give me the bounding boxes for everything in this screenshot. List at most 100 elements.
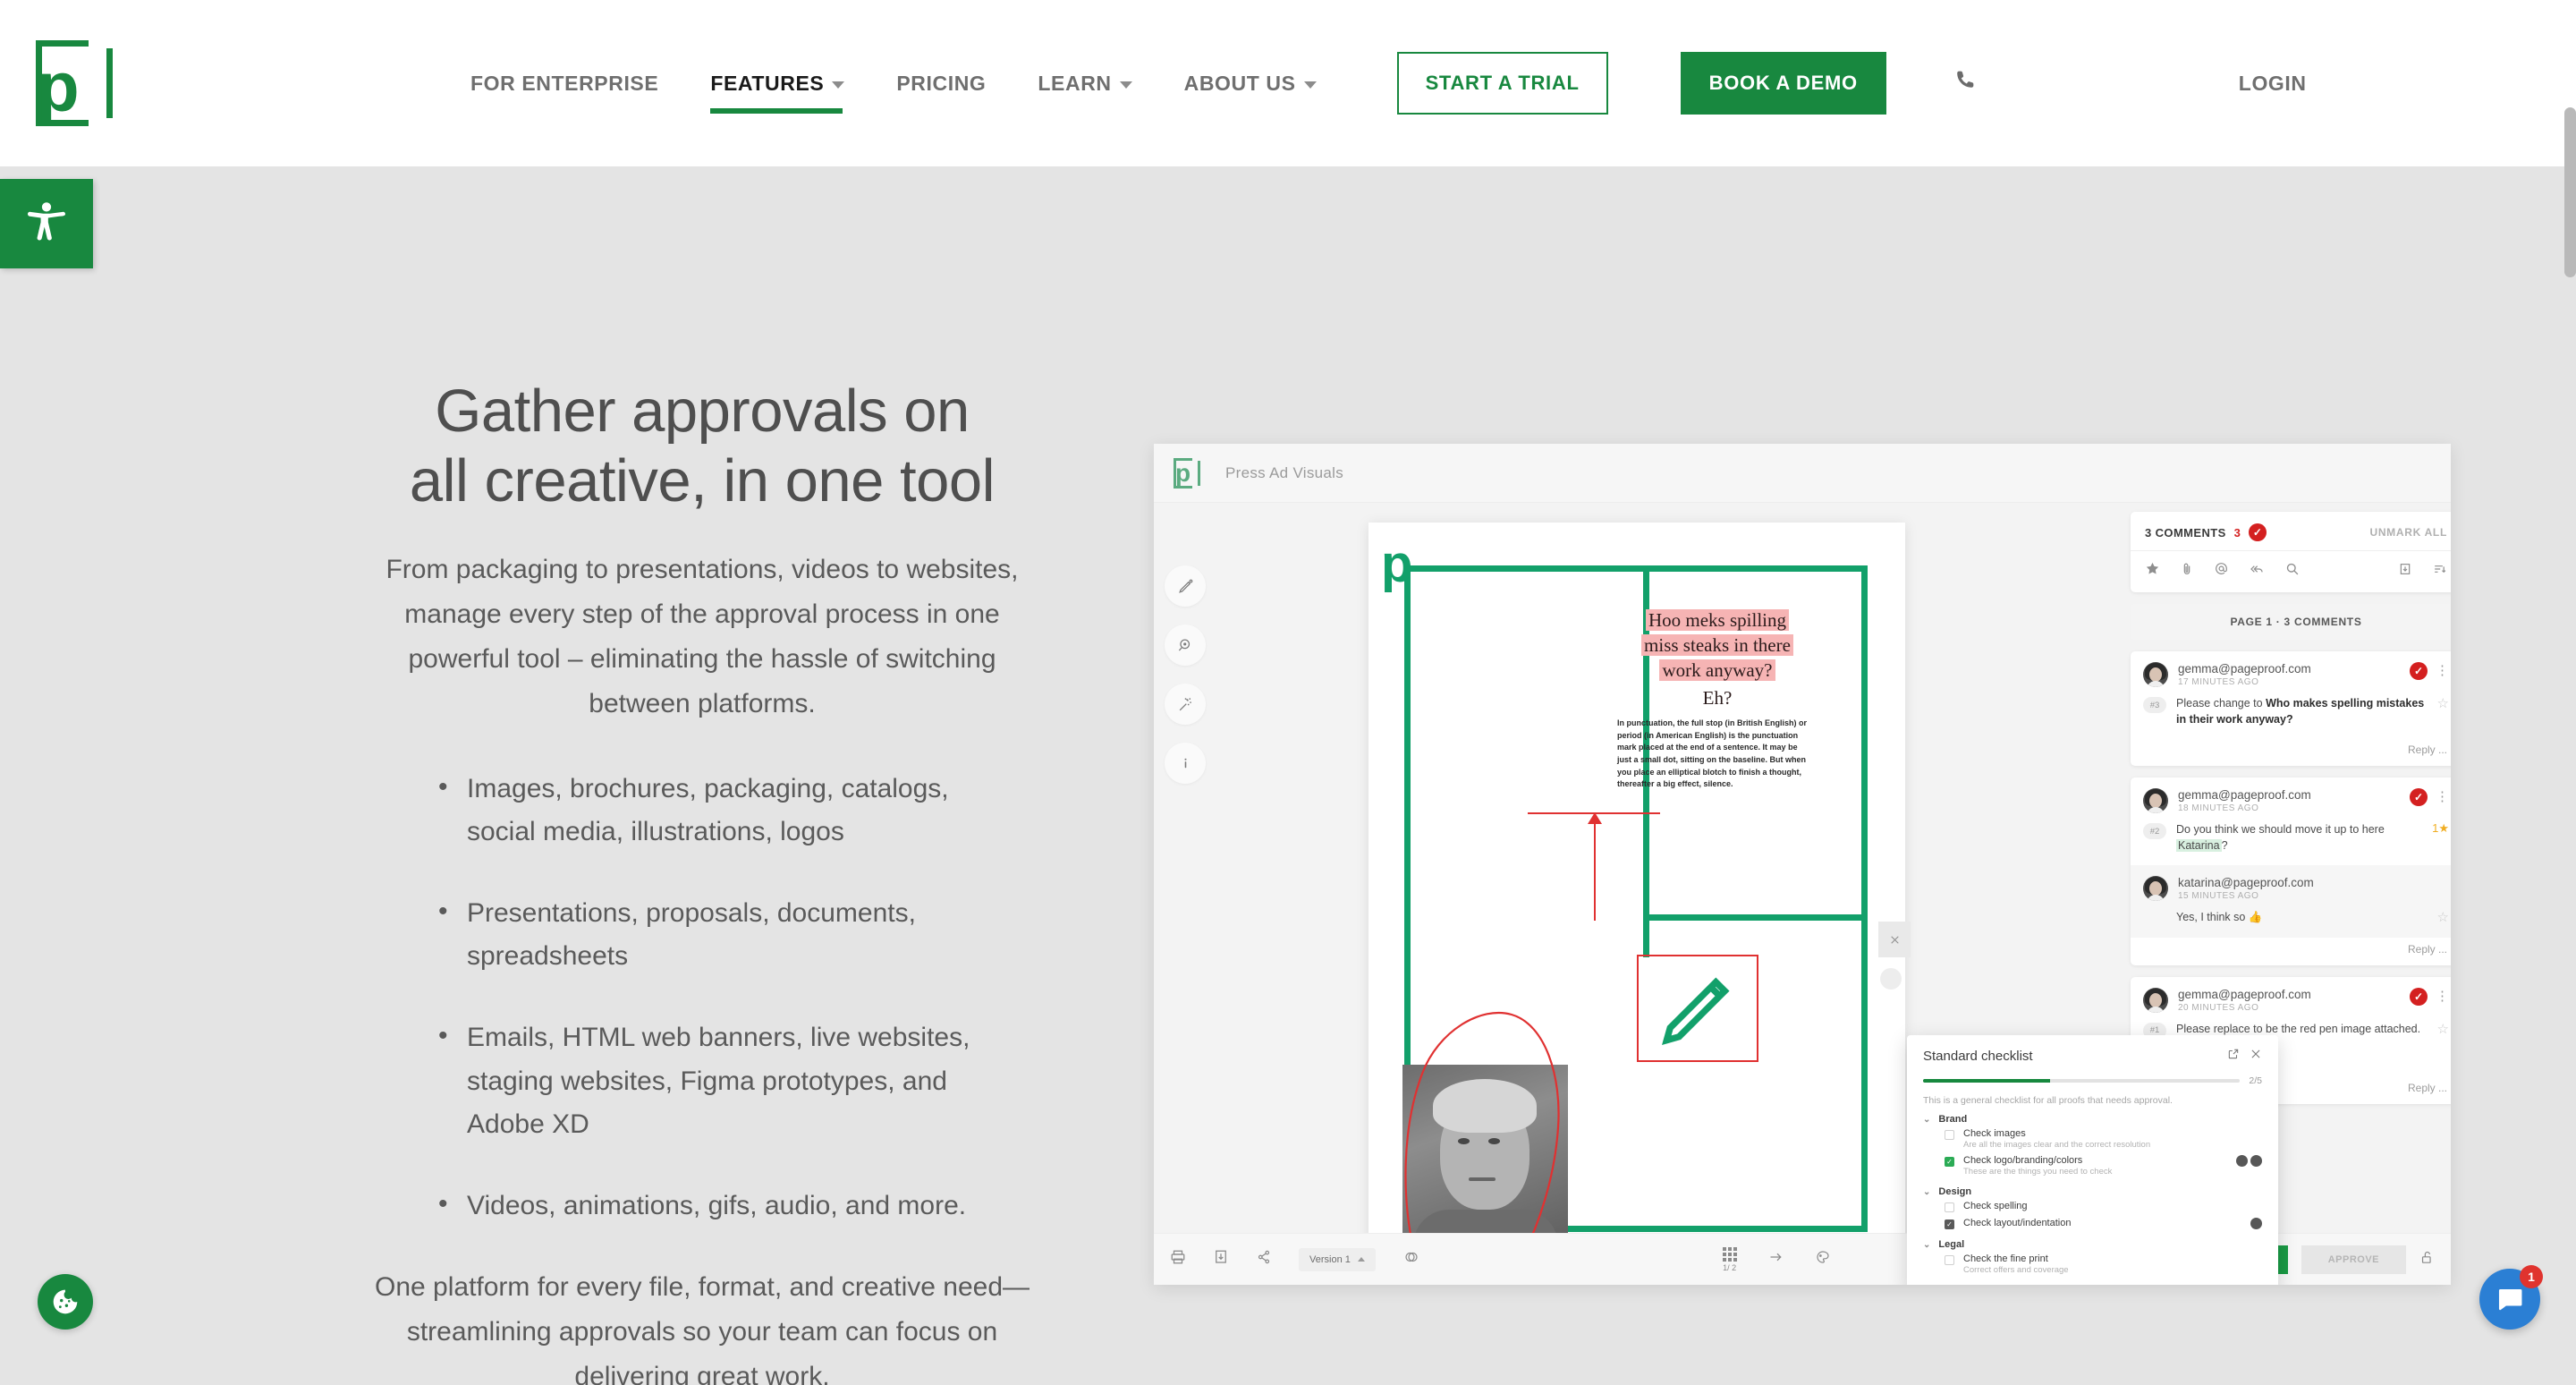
checklist-group-design[interactable]: ⌄ Design [1923,1186,2262,1197]
close-proof-chip[interactable] [1878,922,1911,957]
search-icon[interactable] [2284,561,2300,581]
chevron-down-icon: ⌄ [1923,1239,1931,1250]
chevron-down-icon: ⌄ [1923,1186,1931,1197]
app-logo[interactable]: p [1174,457,1206,489]
reply-link[interactable]: Reply ... [2131,738,2451,766]
comment-menu-icon[interactable]: ⋮ [2436,790,2449,803]
nav-item-for-enterprise[interactable]: FOR ENTERPRISE [470,63,658,105]
comment-menu-icon[interactable]: ⋮ [2436,664,2449,677]
comment-menu-icon[interactable]: ⋮ [2436,990,2449,1003]
star-icon[interactable]: ☆ [2437,1021,2449,1037]
close-icon[interactable] [2250,1048,2262,1065]
export-icon[interactable] [2398,562,2412,581]
item-label: Check spelling [1963,1201,2028,1211]
avatar [2143,662,2168,687]
pen-tool-icon[interactable] [1165,565,1206,607]
comment-mention[interactable]: Katarina [2176,839,2222,853]
portrait-eye-left [1458,1138,1470,1144]
magic-wand-tool-icon[interactable] [1165,684,1206,725]
proof-portrait-photo [1402,1065,1568,1253]
reply-link[interactable]: Reply ... [2131,938,2451,965]
proof-logo-letter: p [1381,535,1413,593]
resolved-check-icon[interactable]: ✓ [2410,662,2428,680]
book-demo-button[interactable]: BOOK A DEMO [1680,52,1886,115]
highlighted-line-2: miss steaks in there [1641,633,1793,656]
star-icon[interactable] [2145,561,2160,581]
attachment-icon[interactable] [2180,562,2194,581]
comments-count-label: 3 COMMENTS [2145,525,2226,540]
item-sublabel: Are all the images clear and the correct… [1963,1140,2151,1150]
proof-document-page[interactable]: p Hoo meks spilling miss steaks in there… [1368,523,1905,1265]
comments-page-divider: PAGE 1 · 3 COMMENTS [2131,604,2451,640]
checklist-item[interactable]: Check logo/branding/colors These are the… [1923,1151,2262,1178]
star-count: 1 [2432,821,2439,836]
login-link[interactable]: LOGIN [2239,72,2307,96]
logo-notch-bottom [1192,485,1206,489]
chat-launcher-button[interactable]: 1 [2479,1265,2543,1330]
checklist-item[interactable]: Check spelling [1923,1197,2262,1214]
round-chip-button[interactable] [1880,968,1902,990]
page-title: Gather approvals on all creative, in one… [304,377,1100,515]
info-tool-icon[interactable] [1165,743,1206,784]
comment-item[interactable]: gemma@pageproof.com 17 MINUTES AGO ✓ ⋮ #… [2131,651,2451,767]
resolved-check-icon[interactable]: ✓ [2410,788,2428,807]
checklist-progress: 2/5 [1923,1075,2262,1086]
nav-item-features[interactable]: FEATURES [710,63,845,114]
star-filled-icon[interactable]: ★ [2438,821,2449,836]
share-icon[interactable] [1256,1249,1272,1270]
phone-icon[interactable] [1951,69,1979,98]
version-dropdown[interactable]: Version 1 [1299,1247,1376,1271]
approve-button[interactable]: APPROVE [2301,1245,2406,1274]
star-icon[interactable]: ☆ [2437,695,2449,711]
app-screenshot-column: p Press Ad Visuals p Hoo meks spilling m… [1154,202,2576,1385]
page-scrollbar[interactable] [2564,107,2576,277]
comments-header: 3 COMMENTS 3 ✓ UNMARK ALL [2131,512,2451,541]
portrait-mouth [1469,1177,1496,1181]
chevron-down-icon [832,81,845,89]
compare-icon[interactable] [1402,1249,1420,1270]
mention-icon[interactable] [2214,561,2229,581]
nav-label: LEARN [1038,71,1112,95]
nav-item-learn[interactable]: LEARN [1038,63,1132,105]
checkbox[interactable] [1945,1219,1954,1229]
sort-icon[interactable] [2432,562,2447,581]
unlock-icon[interactable] [2419,1249,2435,1270]
cookie-settings-button[interactable] [38,1274,93,1330]
checklist-item[interactable]: Check images Are all the images clear an… [1923,1125,2262,1151]
item-sublabel: Correct offers and coverage [1963,1265,2069,1275]
checklist-item[interactable]: Check the fine print Correct offers and … [1923,1250,2262,1277]
star-icon[interactable]: ☆ [2437,909,2449,925]
checklist-group-legal[interactable]: ⌄ Legal [1923,1239,2262,1250]
checklist-title: Standard checklist [1923,1049,2033,1064]
page-grid-button[interactable]: 1/ 2 [1722,1246,1737,1272]
logo-letter: p [37,47,80,126]
palette-icon[interactable] [1815,1249,1831,1270]
checkbox[interactable] [1945,1130,1954,1140]
popout-icon[interactable] [2227,1048,2240,1065]
checklist-group-brand[interactable]: ⌄ Brand [1923,1114,2262,1125]
arrow-right-icon[interactable] [1767,1249,1784,1270]
unmark-all-button[interactable]: UNMARK ALL [2369,526,2447,539]
reply-all-icon[interactable] [2249,562,2265,581]
checklist-item[interactable]: Check layout/indentation [1923,1214,2262,1231]
checkbox[interactable] [1945,1202,1954,1212]
pageproof-logo[interactable]: p [36,40,126,126]
comment-item[interactable]: gemma@pageproof.com 18 MINUTES AGO ✓ ⋮ #… [2131,777,2451,965]
accessibility-widget-button[interactable] [0,179,93,268]
nav-item-pricing[interactable]: PRICING [896,63,986,105]
checkbox[interactable] [1945,1157,1954,1167]
checkbox[interactable] [1945,1255,1954,1265]
resolved-check-icon[interactable]: ✓ [2410,987,2428,1006]
nav-item-about-us[interactable]: ABOUT US [1184,63,1317,105]
download-icon[interactable] [1213,1249,1229,1270]
highlighted-line-1: Hoo meks spilling [1645,609,1789,631]
print-icon[interactable] [1170,1249,1186,1270]
comment-reply: katarina@pageproof.com 15 MINUTES AGO Ye… [2131,864,2451,938]
title-line-1: Gather approvals on [435,378,970,445]
comment-author: gemma@pageproof.com [2178,987,2311,1001]
start-trial-button[interactable]: START A TRIAL [1396,52,1608,115]
resolved-check-icon: ✓ [2248,523,2267,541]
comment-number: #2 [2143,823,2166,840]
portrait-hair [1433,1079,1537,1133]
zoom-tool-icon[interactable] [1165,625,1206,666]
